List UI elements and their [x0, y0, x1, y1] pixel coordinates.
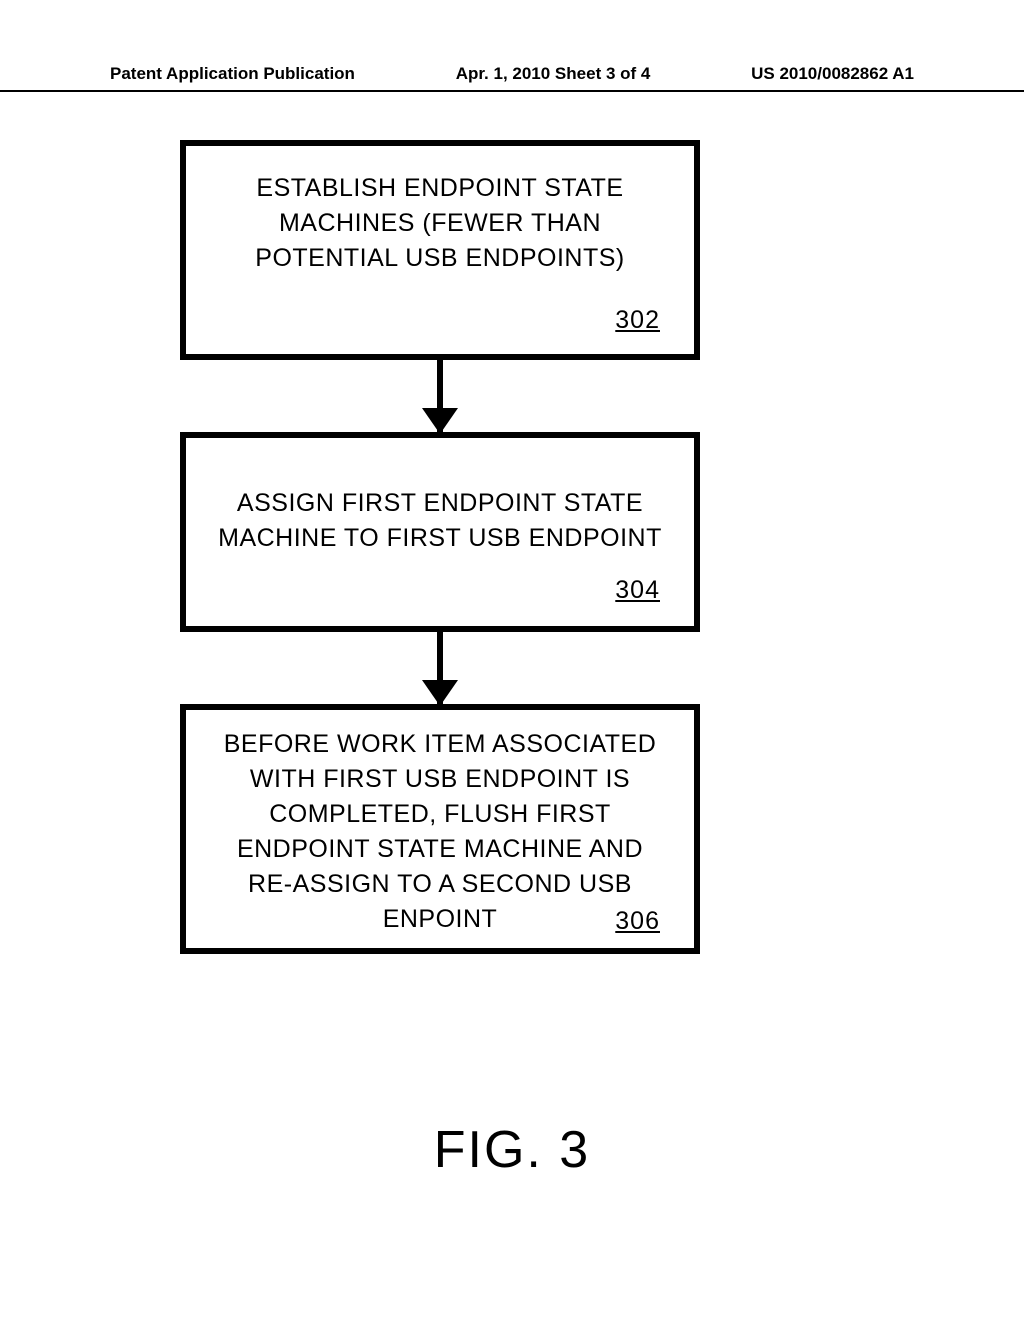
flowchart: ESTABLISH ENDPOINT STATE MACHINES (FEWER… [180, 140, 700, 954]
flow-step-text: ESTABLISH ENDPOINT STATE MACHINES (FEWER… [214, 171, 666, 276]
flow-step-text: ASSIGN FIRST ENDPOINT STATE MACHINE TO F… [214, 486, 666, 556]
page-header: Patent Application Publication Apr. 1, 2… [0, 64, 1024, 92]
arrow-down-icon [437, 632, 443, 704]
header-date-sheet: Apr. 1, 2010 Sheet 3 of 4 [456, 64, 651, 84]
flow-step-establish: ESTABLISH ENDPOINT STATE MACHINES (FEWER… [180, 140, 700, 360]
header-publication-number: US 2010/0082862 A1 [751, 64, 914, 84]
figure-label: FIG. 3 [0, 1120, 1024, 1180]
arrow-down-icon [437, 360, 443, 432]
flow-step-number: 304 [615, 576, 660, 605]
flow-step-number: 302 [615, 306, 660, 335]
flow-step-flush-reassign: BEFORE WORK ITEM ASSOCIATED WITH FIRST U… [180, 704, 700, 954]
flow-step-assign: ASSIGN FIRST ENDPOINT STATE MACHINE TO F… [180, 432, 700, 632]
flow-step-number: 306 [615, 907, 660, 936]
header-publication: Patent Application Publication [110, 64, 355, 84]
flow-step-text: BEFORE WORK ITEM ASSOCIATED WITH FIRST U… [214, 727, 666, 937]
